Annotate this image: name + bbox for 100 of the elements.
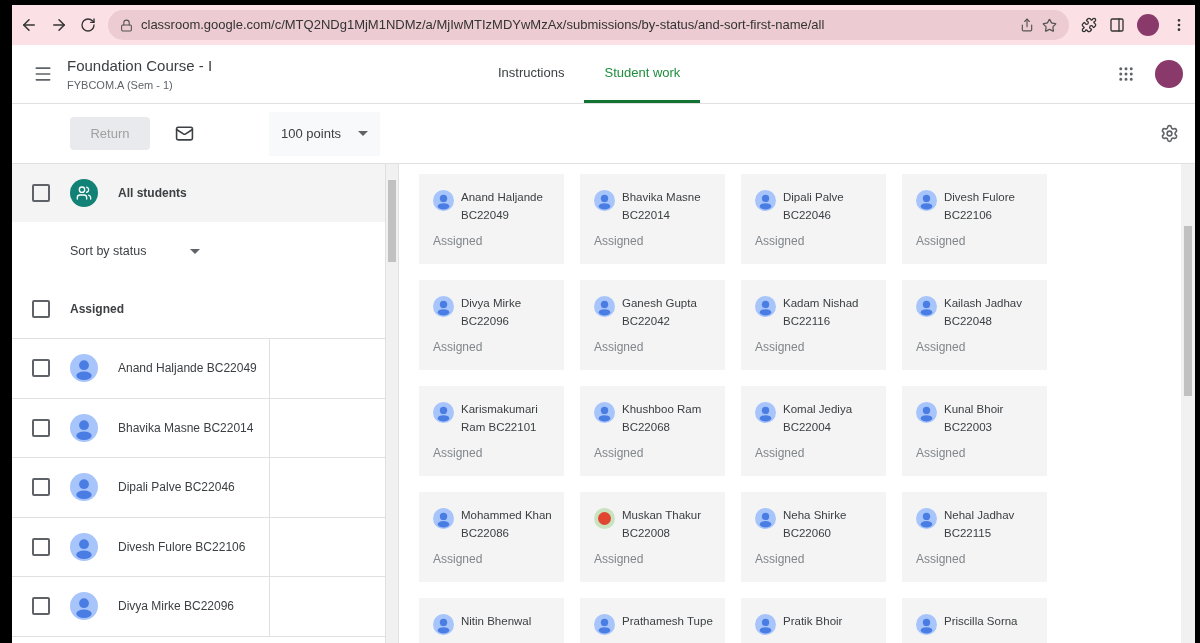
status-label: Assigned — [433, 551, 484, 568]
person-avatar-icon — [916, 190, 937, 211]
checkbox[interactable] — [32, 537, 50, 556]
student-id: BC22115 — [944, 526, 993, 541]
student-card[interactable]: Priscilla Sorna — [902, 598, 1047, 643]
status-label: Assigned — [755, 445, 806, 462]
student-name: Divya Mirke BC22096 — [118, 598, 235, 616]
student-card[interactable]: Anand Haljande BC22049 Assigned — [419, 174, 564, 264]
side-panel-icon[interactable] — [1109, 17, 1125, 33]
student-row[interactable]: Bhavika Masne BC22014 — [12, 398, 270, 457]
checkbox[interactable] — [32, 184, 50, 202]
status-label: Assigned — [916, 233, 967, 250]
tab[interactable]: Instructions — [478, 45, 585, 103]
student-card[interactable]: Nehal Jadhav BC22115 Assigned — [902, 492, 1047, 582]
student-card[interactable]: Komal Jediya BC22004 Assigned — [741, 386, 886, 476]
student-id: BC22086 — [461, 526, 510, 541]
student-card[interactable]: Ganesh Gupta BC22042 Assigned — [580, 280, 725, 370]
status-label: Assigned — [594, 339, 645, 356]
status-label: Assigned — [594, 233, 645, 250]
profile-avatar[interactable] — [1137, 14, 1159, 36]
student-card[interactable]: Kadam Nishad BC22116 Assigned — [741, 280, 886, 370]
student-card[interactable]: Prathamesh Tupe — [580, 598, 725, 643]
person-avatar-icon — [594, 614, 615, 635]
person-avatar-icon — [916, 402, 937, 423]
address-bar[interactable]: classroom.google.com/c/MTQ2NDg1MjM1NDMz/a/MjIwMTIzMDYwMzAx/submissions/by-status/and-sort-first-name/all — [108, 10, 1069, 40]
email-icon[interactable] — [175, 124, 194, 143]
group-avatar-icon — [70, 179, 98, 207]
status-label: Assigned — [433, 339, 484, 356]
status-label: Assigned — [433, 445, 484, 462]
student-card[interactable]: Mohammed Khan BC22086 Assigned — [419, 492, 564, 582]
puzzle-icon[interactable] — [1081, 17, 1097, 33]
caret-icon — [358, 131, 368, 136]
student-name: Divesh Fulore BC22106 — [118, 538, 246, 556]
student-card[interactable]: Pratik Bhoir — [741, 598, 886, 643]
lock-icon — [120, 18, 133, 32]
student-row[interactable]: Divya Mirke BC22096 — [12, 577, 270, 636]
person-avatar-icon — [433, 614, 454, 635]
student-row[interactable]: Anand Haljande BC22049 — [12, 339, 270, 398]
status-label: Assigned — [916, 551, 967, 568]
star-icon[interactable] — [1042, 17, 1057, 33]
checkbox[interactable] — [32, 597, 50, 616]
checkbox[interactable] — [32, 478, 50, 497]
settings-icon[interactable] — [1160, 124, 1179, 143]
person-avatar-icon — [70, 473, 98, 502]
share-icon[interactable] — [1020, 18, 1034, 32]
student-card[interactable]: Kunal Bhoir BC22003 Assigned — [902, 386, 1047, 476]
student-name: Bhavika Masne — [622, 190, 701, 205]
student-row[interactable]: Dipali Palve BC22046 — [12, 458, 270, 517]
scrollbar[interactable] — [1181, 164, 1195, 643]
student-name: Pratik Bhoir — [783, 614, 843, 629]
person-avatar-icon — [755, 614, 776, 635]
student-card[interactable]: Neha Shirke BC22060 Assigned — [741, 492, 886, 582]
student-name: Priscilla Sorna — [944, 614, 1018, 629]
student-id: BC22049 — [461, 208, 510, 223]
person-avatar-icon — [916, 508, 937, 529]
student-card[interactable]: Muskan Thakur BC22008 Assigned — [580, 492, 725, 582]
checkbox[interactable] — [32, 418, 50, 437]
student-id: BC22048 — [944, 314, 993, 329]
student-card[interactable]: Kailash Jadhav BC22048 Assigned — [902, 280, 1047, 370]
student-card[interactable]: Nitin Bhenwal — [419, 598, 564, 643]
person-avatar-icon — [70, 354, 98, 383]
status-label: Assigned — [594, 445, 645, 462]
student-id: BC22106 — [944, 208, 993, 223]
person-avatar-icon — [755, 190, 776, 211]
person-avatar-icon — [916, 296, 937, 317]
profile-avatar[interactable] — [1155, 60, 1183, 88]
checkbox[interactable] — [32, 359, 50, 378]
student-card[interactable]: Karismakumari Ram BC22101 Assigned — [419, 386, 564, 476]
checkbox[interactable] — [32, 300, 50, 318]
student-name: Kadam Nishad — [783, 296, 859, 311]
student-card[interactable]: Divesh Fulore BC22106 Assigned — [902, 174, 1047, 264]
back-icon[interactable] — [20, 16, 38, 34]
all-students-row[interactable]: All students — [12, 164, 385, 222]
student-card[interactable]: Divya Mirke BC22096 Assigned — [419, 280, 564, 370]
scrollbar[interactable] — [385, 164, 398, 643]
person-avatar-icon — [70, 413, 98, 442]
person-avatar-icon — [433, 508, 454, 529]
menu-icon[interactable] — [33, 64, 53, 84]
status-label: Assigned — [755, 233, 806, 250]
course-title: Foundation Course - I — [67, 55, 214, 76]
person-avatar-icon — [594, 402, 615, 423]
student-card[interactable]: Khushboo Ram BC22068 Assigned — [580, 386, 725, 476]
student-card[interactable]: Bhavika Masne BC22014 Assigned — [580, 174, 725, 264]
sort-dropdown[interactable]: Sort by status — [70, 222, 200, 280]
url-text: classroom.google.com/c/MTQ2NDg1MjM1NDMz/a/MjIwMTIzMDYwMzAx/submissions/by-status/and-sort-first-name/all — [141, 16, 826, 35]
student-id: BC22096 — [461, 314, 510, 329]
status-label: Assigned — [594, 551, 645, 568]
student-name: Muskan Thakur — [622, 508, 702, 523]
apps-grid-icon[interactable] — [1117, 65, 1135, 83]
forward-icon[interactable] — [50, 16, 68, 34]
status-label: Assigned — [433, 233, 484, 250]
person-avatar-icon — [755, 402, 776, 423]
reload-icon[interactable] — [80, 17, 96, 33]
student-name: Divya Mirke — [461, 296, 522, 311]
student-row[interactable]: Divesh Fulore BC22106 — [12, 517, 270, 576]
student-card[interactable]: Dipali Palve BC22046 Assigned — [741, 174, 886, 264]
points-dropdown[interactable]: 100 points — [269, 111, 380, 156]
student-name: Neha Shirke — [783, 508, 847, 523]
student-id: BC22116 — [783, 314, 832, 329]
tab[interactable]: Student work — [584, 45, 701, 103]
